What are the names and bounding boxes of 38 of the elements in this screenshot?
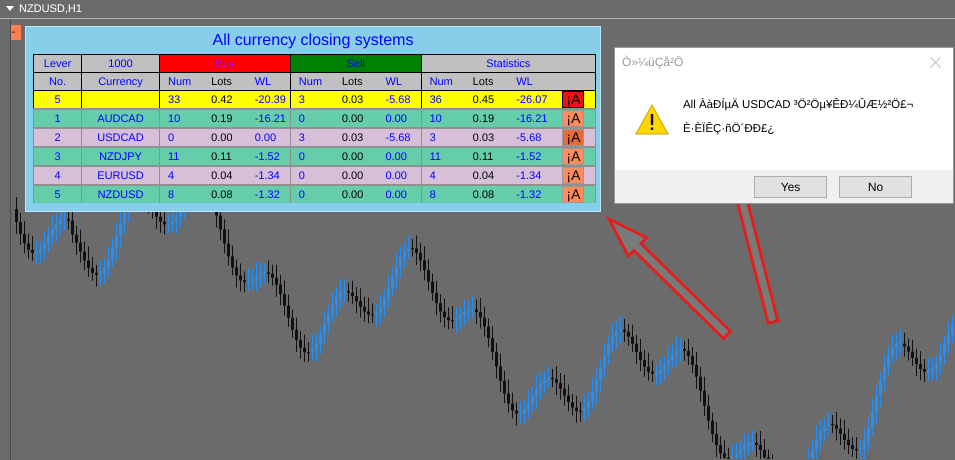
table-cell: 8: [160, 185, 204, 203]
table-cell: -1.32: [508, 185, 552, 203]
dialog-message: All ÀàÐÍµÄ USDCAD ³Ö²Öµ¥ÊÐ¼ÛÆ½²Ö£¬: [683, 99, 914, 111]
close-button[interactable]: ¡A: [562, 186, 584, 203]
table-cell: 5: [34, 185, 82, 203]
table-cell: 0.03: [334, 90, 378, 109]
table-cell: 0.00: [377, 185, 422, 203]
group-header: Sell: [290, 54, 422, 72]
dropdown-icon[interactable]: [6, 6, 14, 12]
table-cell: -5.68: [377, 90, 422, 109]
table-cell: 0: [290, 185, 334, 203]
table-cell: 0.00: [334, 185, 378, 203]
table-cell: -1.32: [246, 185, 290, 203]
table-cell: 0.45: [464, 90, 508, 109]
group-header: Statistics: [421, 54, 596, 72]
panel-title: All currency closing systems: [212, 31, 414, 51]
close-button[interactable]: ¡A: [562, 148, 584, 165]
dialog-button[interactable]: No: [839, 176, 912, 198]
table-cell: 1000: [82, 54, 160, 72]
table-cell: -20.39: [246, 90, 290, 109]
table-cell: Lever: [34, 54, 82, 72]
collapse-button[interactable]: -: [11, 25, 21, 40]
dialog-title: Ò»¼üÇå²Ö: [622, 55, 684, 69]
dialog-message: È·ÈÏÊÇ·ñÖ´ÐÐ£¿: [683, 123, 776, 135]
close-button[interactable]: ¡A: [562, 110, 584, 127]
group-header: Buy: [160, 54, 290, 72]
table-cell: 0.42: [203, 90, 247, 109]
table-cell: -26.07: [508, 90, 552, 109]
table-cell: 8: [421, 185, 465, 203]
table-cell: 0.08: [464, 185, 508, 203]
table-cell: 0.08: [203, 185, 247, 203]
warning-icon: [635, 104, 669, 135]
dialog-button[interactable]: Yes: [754, 176, 827, 198]
close-button[interactable]: ¡A: [562, 167, 584, 184]
close-button[interactable]: ¡A: [562, 91, 584, 108]
window-title: NZDUSD,H1: [19, 3, 82, 15]
close-button[interactable]: ¡A: [562, 129, 584, 146]
table-cell: NZDUSD: [82, 185, 160, 203]
